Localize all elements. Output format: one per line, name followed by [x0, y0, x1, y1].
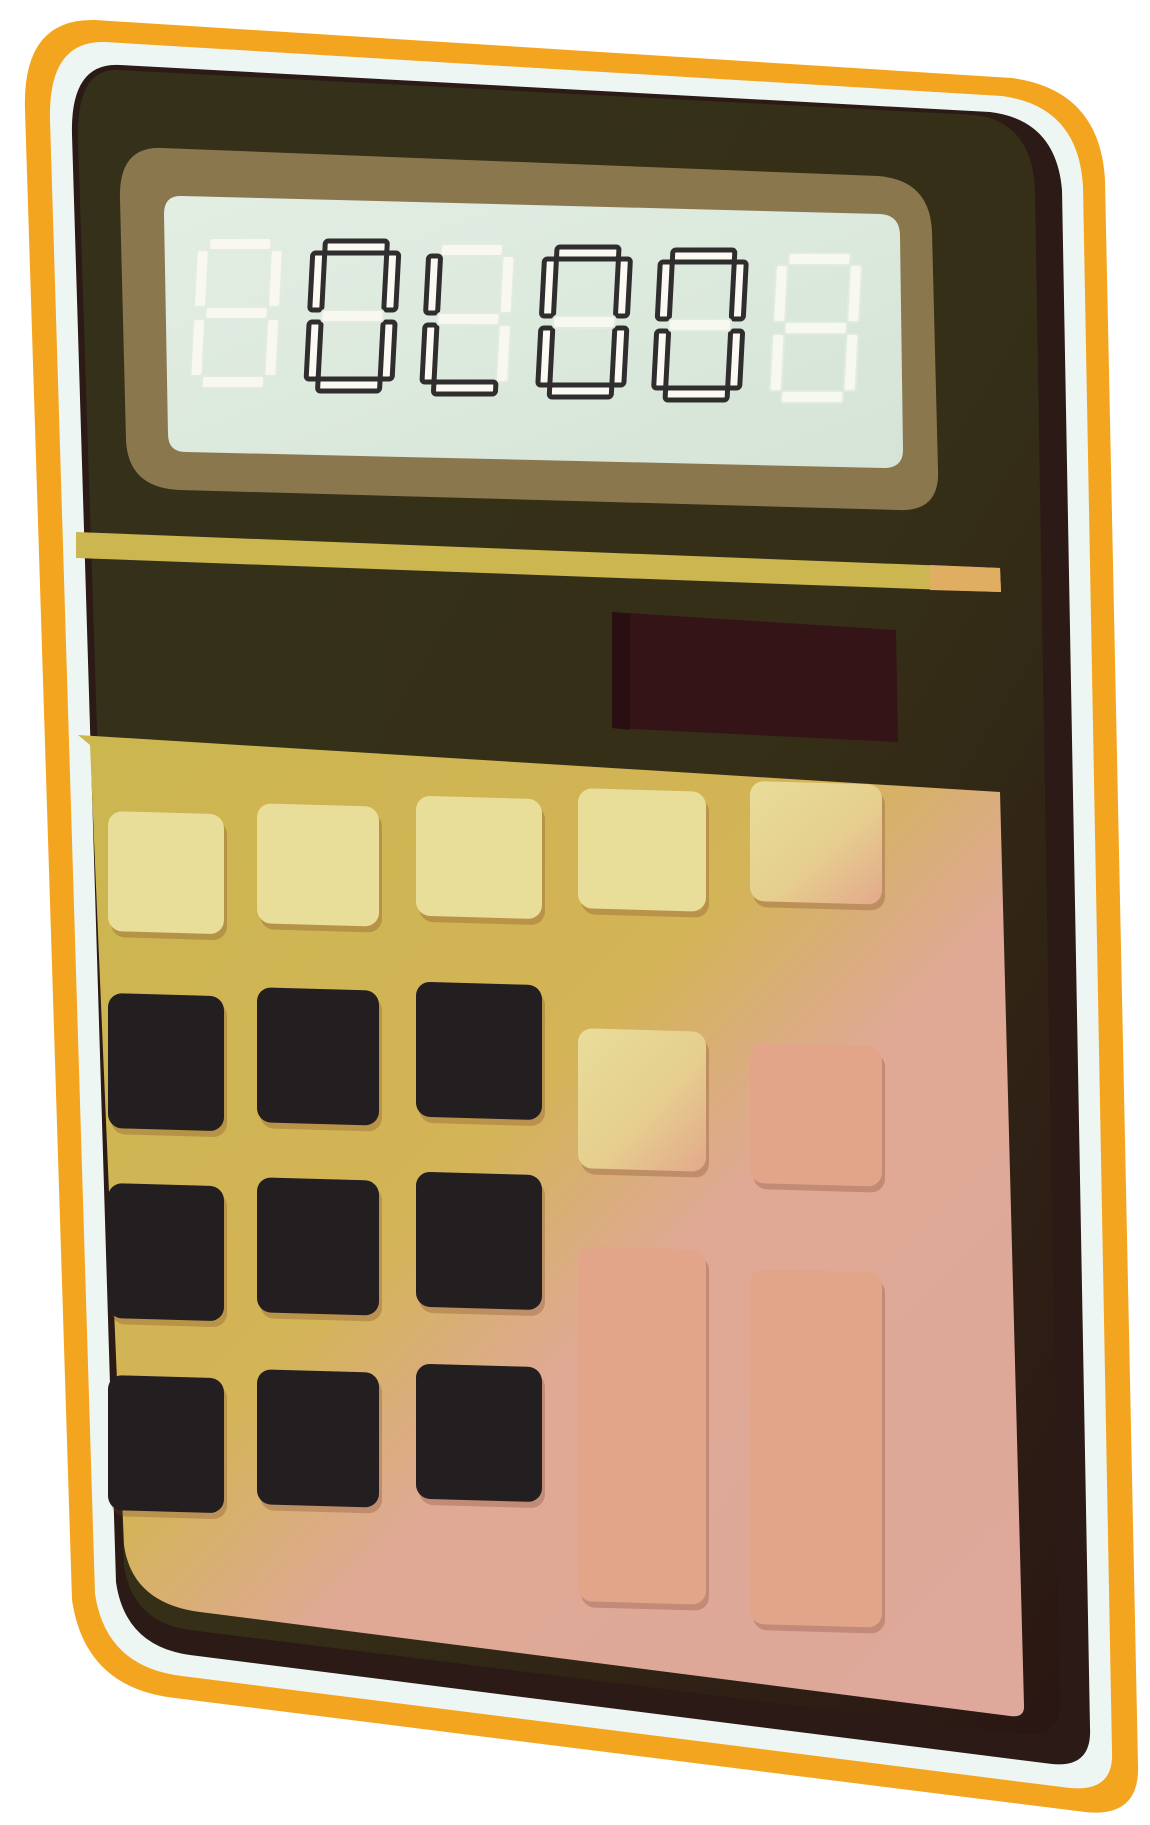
lcd-segment [787, 252, 852, 266]
lcd-segment [322, 238, 390, 256]
number-key[interactable] [108, 993, 224, 1131]
lcd-segment [267, 249, 284, 308]
operator-key[interactable] [750, 1043, 882, 1187]
number-key[interactable] [416, 982, 542, 1121]
lcd-segment [439, 243, 505, 257]
number-key[interactable] [257, 1369, 379, 1508]
lcd-segment [436, 312, 501, 326]
function-key[interactable] [257, 803, 379, 927]
operator-key-tall[interactable] [578, 1246, 706, 1605]
lcd-segment [651, 328, 672, 391]
lcd-segment [208, 237, 273, 251]
lcd-segment [189, 318, 207, 377]
lcd-segment [307, 250, 328, 313]
function-key[interactable] [578, 788, 706, 912]
number-key[interactable] [416, 1172, 542, 1311]
lcd-segment [263, 318, 281, 377]
lcd-segment [320, 309, 385, 323]
lcd-segment [667, 318, 733, 332]
trim-stripe-highlight [930, 565, 1001, 592]
lcd-segment [846, 264, 863, 323]
lcd-segment [551, 315, 617, 329]
number-key[interactable] [257, 1177, 379, 1316]
function-key[interactable] [416, 796, 542, 920]
lcd-segment [535, 325, 556, 388]
operator-key-tall[interactable] [750, 1269, 882, 1628]
solar-panel [612, 612, 898, 742]
lcd-segment [419, 322, 440, 385]
lcd-segment [725, 328, 746, 391]
number-key[interactable] [108, 1375, 224, 1513]
number-key[interactable] [416, 1364, 542, 1503]
lcd-segment [315, 376, 383, 394]
lcd-segment [669, 247, 738, 265]
lcd-segment [842, 333, 860, 392]
lcd-segment [546, 382, 615, 400]
lcd-segment [377, 319, 398, 382]
lcd-segment [768, 333, 786, 392]
number-key[interactable] [257, 987, 379, 1126]
lcd-segment [495, 324, 512, 383]
operator-key[interactable] [578, 1028, 706, 1172]
function-key[interactable] [108, 811, 224, 934]
lcd-segment [609, 325, 630, 388]
lcd-segment [662, 385, 731, 403]
lcd-segment [381, 250, 402, 313]
number-key[interactable] [108, 1183, 224, 1321]
solar-panel-edge [612, 612, 630, 730]
lcd-segment [200, 375, 266, 389]
lcd-segment [728, 259, 749, 322]
lcd-segment [193, 249, 210, 308]
lcd-segment [780, 390, 845, 404]
function-key[interactable] [750, 781, 882, 905]
lcd-segment [303, 319, 324, 382]
lcd-segment [783, 321, 848, 335]
lcd-segment [539, 256, 559, 319]
lcd-segment [431, 379, 499, 397]
lcd-segment [772, 264, 789, 323]
lcd-segment [613, 256, 633, 319]
lcd-segment [654, 259, 675, 322]
lcd-segment [498, 255, 516, 314]
lcd-segment [204, 306, 269, 320]
lcd-segment [554, 244, 622, 262]
lcd-segment [423, 253, 443, 316]
calculator-illustration [24, 19, 1139, 1813]
